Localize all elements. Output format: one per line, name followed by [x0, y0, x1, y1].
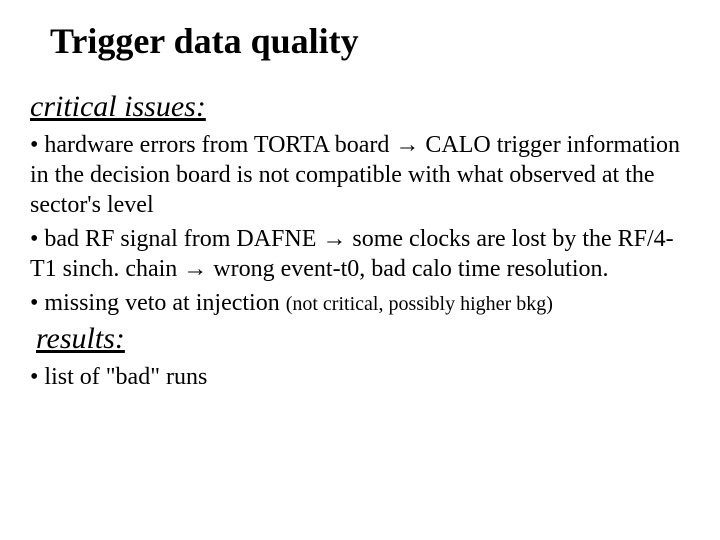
bullet-bad-runs: • list of "bad" runs: [30, 362, 690, 392]
bullet-missing-veto-main: • missing veto at injection: [30, 290, 286, 316]
slide: Trigger data quality critical issues: • …: [0, 0, 720, 416]
slide-title: Trigger data quality: [50, 20, 690, 62]
bullet-hardware-errors: • hardware errors from TORTA board → CAL…: [30, 130, 690, 220]
section-heading-results: results:: [36, 322, 690, 356]
bullet-bad-rf-signal: • bad RF signal from DAFNE → some clocks…: [30, 224, 690, 284]
section-heading-critical: critical issues:: [30, 90, 690, 124]
bullet-missing-veto: • missing veto at injection (not critica…: [30, 288, 690, 318]
bullet-missing-veto-paren: (not critical, possibly higher bkg): [286, 293, 553, 315]
